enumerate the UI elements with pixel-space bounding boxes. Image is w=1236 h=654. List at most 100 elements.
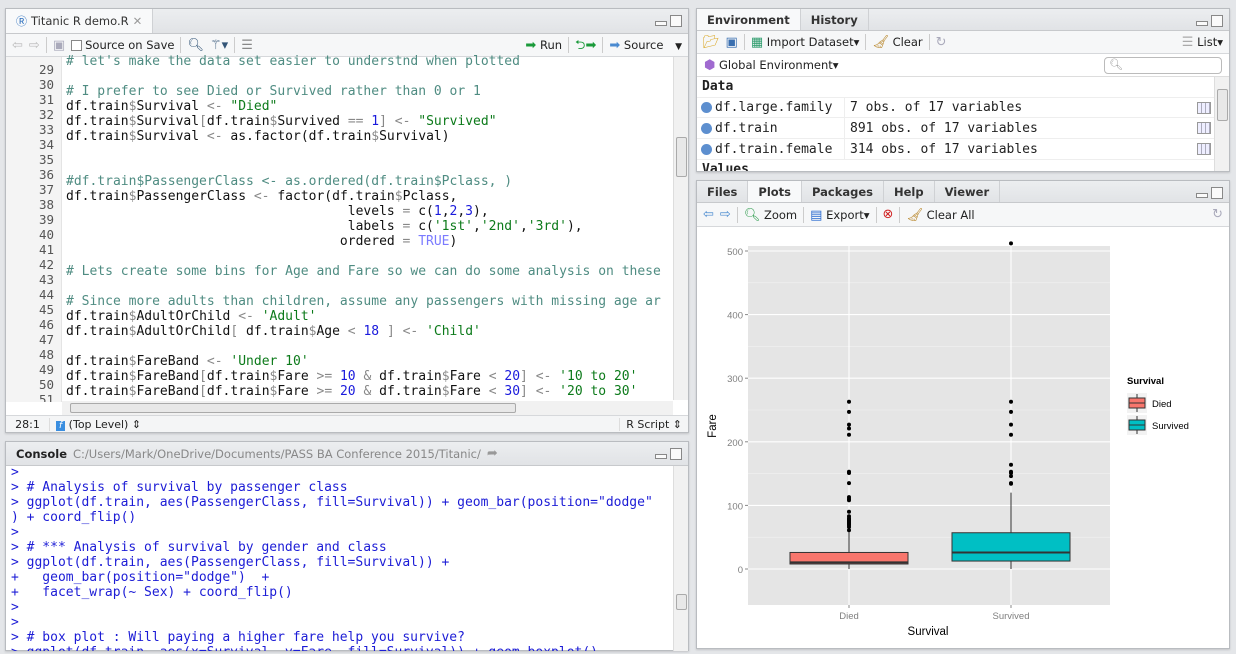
run-button[interactable]: ➡ Run — [525, 38, 562, 52]
clear-button[interactable]: 🧹︎ Clear — [872, 35, 922, 49]
env-row[interactable]: df.large.family 7 obs. of 17 variables — [697, 97, 1215, 118]
editor-tabbar: Ⓡ Titanic R demo.R ✕ — [6, 9, 688, 34]
zoom-button[interactable]: 🔍︎ Zoom — [744, 208, 797, 222]
console-line: ) + coord_flip() — [11, 510, 137, 525]
file-type-selector[interactable]: R Script ⇕ — [619, 417, 688, 431]
minimize-icon[interactable] — [1196, 21, 1208, 26]
back-arrow-icon[interactable]: ⇦ — [12, 39, 23, 52]
editor-tab-label: Titanic R demo.R — [31, 14, 129, 28]
view-mode-dropdown[interactable]: ☰ List▾ — [1182, 35, 1223, 49]
code-token: , — [519, 219, 528, 234]
console-scrollbar[interactable] — [673, 466, 688, 651]
data-section-header: Data — [702, 79, 734, 94]
code-token: TRUE — [418, 234, 450, 249]
environment-scrollbar[interactable] — [1214, 77, 1229, 171]
outlier-point — [847, 470, 851, 475]
search-icon[interactable]: 🔍︎ — [187, 39, 204, 52]
y-tick-label: 100 — [727, 501, 743, 512]
code-area[interactable]: # let's make the data set easier to unde… — [66, 54, 672, 402]
minimize-icon[interactable] — [655, 454, 667, 459]
tab-files[interactable]: Files — [697, 181, 749, 202]
view-table-icon[interactable] — [1197, 143, 1211, 155]
tab-plots[interactable]: Plots — [748, 181, 803, 202]
notebook-icon[interactable]: ☰ — [241, 39, 253, 52]
code-token: $ — [371, 129, 380, 144]
code-token: <- — [238, 309, 254, 324]
previous-plot-icon[interactable]: ⇦ — [703, 208, 714, 221]
line-number: 49 — [38, 362, 54, 377]
magic-wand-icon[interactable]: ⚚▾ — [210, 39, 228, 52]
remove-plot-icon[interactable]: ⊗ — [883, 208, 894, 221]
line-number: 43 — [38, 272, 54, 287]
expand-icon[interactable] — [701, 102, 712, 113]
cursor-position: 28:1 — [6, 417, 50, 431]
clear-all-button[interactable]: 🧹︎ Clear All — [906, 208, 974, 222]
code-token: <- — [402, 324, 419, 339]
import-dataset-button[interactable]: ▦ Import Dataset▾ — [751, 35, 860, 49]
save-icon[interactable]: ▣ — [726, 36, 738, 49]
go-to-directory-icon[interactable]: ➦ — [487, 447, 498, 460]
maximize-icon[interactable] — [670, 448, 682, 460]
code-line: levels = c(1,2,3), — [66, 204, 672, 219]
console-line: > # *** Analysis of survival by gender a… — [11, 540, 387, 555]
rerun-icon[interactable]: ⮌➡ — [575, 39, 596, 52]
tab-environment[interactable]: Environment — [697, 9, 801, 30]
code-token: <- — [253, 189, 270, 204]
code-token: df.train — [66, 369, 129, 384]
export-button[interactable]: ▤ Export▾ — [810, 208, 869, 222]
maximize-icon[interactable] — [1211, 187, 1223, 199]
env-row[interactable]: df.train.female 314 obs. of 17 variables — [697, 139, 1215, 160]
code-line: df.train$Survival <- as.factor(df.train$… — [66, 129, 672, 144]
tab-titanic-r-demo[interactable]: Ⓡ Titanic R demo.R ✕ — [6, 9, 154, 33]
source-button[interactable]: ➡ Source ▼ — [609, 38, 682, 52]
tab-history[interactable]: History — [801, 9, 869, 30]
code-token: 10 — [339, 369, 356, 384]
line-number: 36 — [38, 167, 54, 182]
view-table-icon[interactable] — [1197, 122, 1211, 134]
refresh-icon[interactable]: ↻ — [936, 36, 947, 49]
expand-icon[interactable] — [701, 143, 712, 155]
line-number: 41 — [38, 242, 54, 257]
code-token: , — [457, 204, 466, 219]
tab-packages[interactable]: Packages — [802, 181, 884, 202]
console-line: > # box plot : Will paying a higher fare… — [11, 630, 465, 645]
console-title: Console — [16, 446, 68, 461]
next-plot-icon[interactable]: ⇨ — [720, 208, 731, 221]
code-token: <- — [535, 369, 552, 384]
close-tab-icon[interactable]: ✕ — [133, 14, 143, 28]
env-row[interactable]: df.train 891 obs. of 17 variables — [697, 118, 1215, 139]
tab-viewer[interactable]: Viewer — [935, 181, 1001, 202]
editor-vertical-scrollbar[interactable] — [673, 57, 688, 400]
scope-selector[interactable]: f (Top Level) ⇕ — [50, 418, 619, 431]
refresh-icon[interactable]: ↻ — [1212, 208, 1223, 221]
code-token: '20 to 30' — [559, 384, 638, 399]
code-token: == — [347, 114, 364, 129]
console-output[interactable]: > > # Analysis of survival by passenger c… — [11, 465, 671, 651]
tab-help[interactable]: Help — [884, 181, 935, 202]
minimize-icon[interactable] — [1196, 193, 1208, 198]
maximize-icon[interactable] — [670, 15, 682, 27]
code-line: df.train$FareBand[df.train$Fare >= 20 & … — [66, 384, 672, 399]
view-table-icon[interactable] — [1197, 101, 1211, 114]
run-icon: ➡ — [525, 38, 537, 53]
code-token: FareBand — [136, 384, 200, 399]
broom-icon: 🧹︎ — [906, 207, 923, 223]
maximize-icon[interactable] — [1211, 15, 1223, 27]
expand-icon[interactable] — [701, 122, 712, 134]
editor-horizontal-scrollbar[interactable] — [62, 401, 673, 415]
code-token: df.train — [66, 114, 129, 129]
zoom-icon: 🔍︎ — [743, 207, 761, 223]
environment-search-input[interactable]: 🔍︎ — [1104, 56, 1222, 74]
forward-arrow-icon[interactable]: ⇨ — [29, 39, 40, 52]
minimize-icon[interactable] — [655, 21, 667, 26]
save-icon[interactable]: ▣ — [53, 39, 65, 52]
code-token: ] — [386, 324, 395, 339]
line-number: 39 — [38, 212, 54, 227]
open-folder-icon[interactable]: 📂︎ — [703, 36, 720, 49]
source-on-save-checkbox[interactable]: Source on Save — [71, 38, 174, 52]
environment-tabbar: Environment History — [697, 9, 1229, 31]
global-environment-dropdown[interactable]: ⬢ Global Environment▾ — [704, 58, 839, 72]
